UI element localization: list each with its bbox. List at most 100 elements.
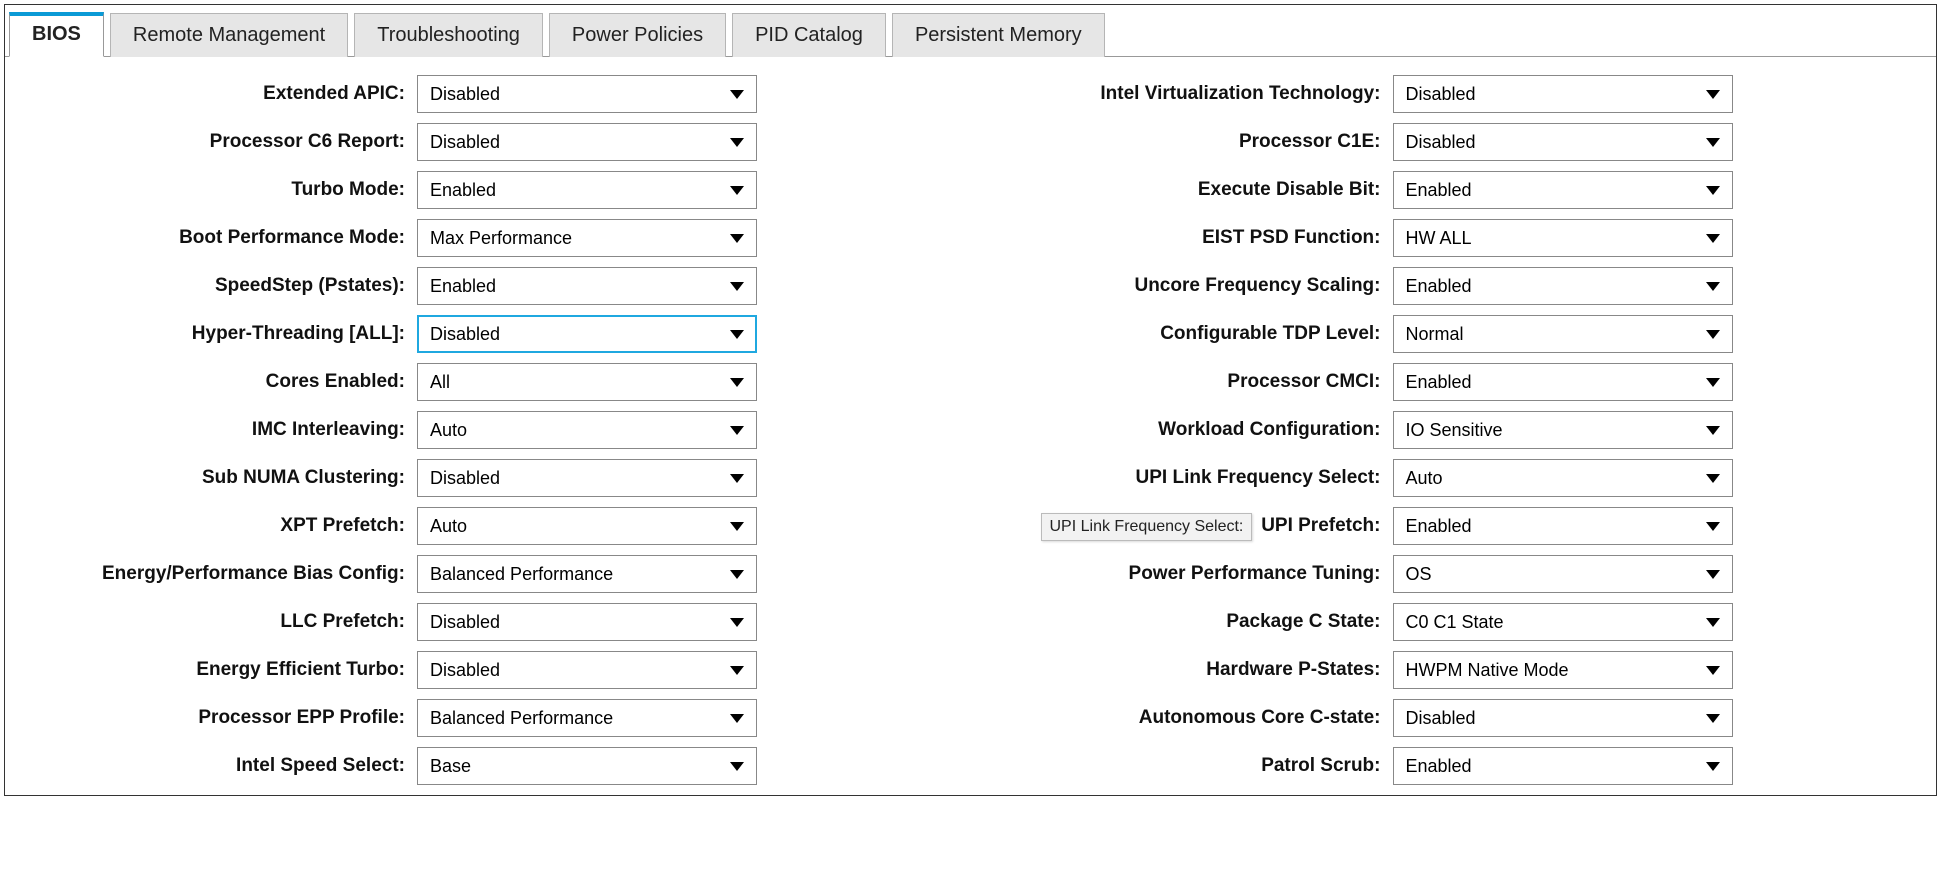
setting-label-execute-disable-bit: Execute Disable Bit: (991, 179, 1381, 201)
setting-select-execute-disable-bit[interactable]: Enabled (1393, 171, 1733, 209)
setting-select-sub-numa-clustering[interactable]: Disabled (417, 459, 757, 497)
setting-label-intel-speed-select: Intel Speed Select: (15, 755, 405, 777)
setting-select-processor-epp-profile[interactable]: Balanced Performance (417, 699, 757, 737)
setting-label-boot-performance-mode: Boot Performance Mode: (15, 227, 405, 249)
chevron-down-icon (730, 138, 744, 147)
setting-select-energy-performance-bias-config[interactable]: Balanced Performance (417, 555, 757, 593)
setting-select-extended-apic[interactable]: Disabled (417, 75, 757, 113)
chevron-down-icon (1706, 522, 1720, 531)
setting-label-intel-virtualization-technology: Intel Virtualization Technology: (991, 83, 1381, 105)
setting-select-processor-c1e[interactable]: Disabled (1393, 123, 1733, 161)
setting-row-energy-efficient-turbo: Energy Efficient Turbo: Disabled (15, 651, 951, 689)
setting-select-upi-prefetch[interactable]: Enabled (1393, 507, 1733, 545)
setting-label-hyper-threading: Hyper-Threading [ALL]: (15, 323, 405, 345)
settings-content: Extended APIC:Disabled Processor C6 Repor… (5, 57, 1936, 795)
setting-row-hyper-threading: Hyper-Threading [ALL]: Disabled (15, 315, 951, 353)
setting-row-imc-interleaving: IMC Interleaving:Auto (15, 411, 951, 449)
setting-select-processor-cmci[interactable]: Enabled (1393, 363, 1733, 401)
setting-row-upi-prefetch: UPI Link Frequency Select:UPI Prefetch:E… (991, 507, 1927, 545)
setting-row-processor-c6-report: Processor C6 Report:Disabled (15, 123, 951, 161)
setting-select-processor-c6-report[interactable]: Disabled (417, 123, 757, 161)
setting-select-eist-psd-function[interactable]: HW ALL (1393, 219, 1733, 257)
bios-settings-panel: BIOSRemote ManagementTroubleshootingPowe… (4, 4, 1937, 796)
chevron-down-icon (730, 762, 744, 771)
setting-value: Normal (1406, 324, 1464, 345)
setting-select-xpt-prefetch[interactable]: Auto (417, 507, 757, 545)
chevron-down-icon (1706, 330, 1720, 339)
setting-select-cores-enabled[interactable]: All (417, 363, 757, 401)
setting-label-processor-cmci: Processor CMCI: (991, 371, 1381, 393)
setting-row-package-c-state: Package C State:C0 C1 State (991, 603, 1927, 641)
setting-row-autonomous-core-c-state: Autonomous Core C-state: Disabled (991, 699, 1927, 737)
setting-row-energy-performance-bias-config: Energy/Performance Bias Config:Balanced … (15, 555, 951, 593)
setting-row-sub-numa-clustering: Sub NUMA Clustering:Disabled (15, 459, 951, 497)
setting-label-autonomous-core-c-state: Autonomous Core C-state: (991, 707, 1381, 729)
setting-value: Enabled (430, 180, 496, 201)
setting-row-turbo-mode: Turbo Mode:Enabled (15, 171, 951, 209)
chevron-down-icon (1706, 282, 1720, 291)
setting-value: Disabled (1406, 708, 1476, 729)
setting-select-intel-speed-select[interactable]: Base (417, 747, 757, 785)
setting-select-hardware-p-states[interactable]: HWPM Native Mode (1393, 651, 1733, 689)
setting-row-power-performance-tuning: Power Performance Tuning:OS (991, 555, 1927, 593)
tab-troubleshooting[interactable]: Troubleshooting (354, 13, 543, 57)
setting-value: Auto (430, 516, 467, 537)
setting-select-turbo-mode[interactable]: Enabled (417, 171, 757, 209)
chevron-down-icon (730, 522, 744, 531)
setting-label-workload-configuration: Workload Configuration: (991, 419, 1381, 441)
chevron-down-icon (1706, 474, 1720, 483)
setting-value: Auto (1406, 468, 1443, 489)
setting-select-package-c-state[interactable]: C0 C1 State (1393, 603, 1733, 641)
chevron-down-icon (1706, 90, 1720, 99)
setting-select-imc-interleaving[interactable]: Auto (417, 411, 757, 449)
setting-value: IO Sensitive (1406, 420, 1503, 441)
setting-row-xpt-prefetch: XPT Prefetch: Auto (15, 507, 951, 545)
setting-value: Enabled (1406, 372, 1472, 393)
setting-row-intel-virtualization-technology: Intel Virtualization Technology: Disabled (991, 75, 1927, 113)
tab-remote-management[interactable]: Remote Management (110, 13, 348, 57)
setting-value: Balanced Performance (430, 564, 613, 585)
setting-select-intel-virtualization-technology[interactable]: Disabled (1393, 75, 1733, 113)
setting-select-power-performance-tuning[interactable]: OS (1393, 555, 1733, 593)
setting-select-speedstep-pstates[interactable]: Enabled (417, 267, 757, 305)
setting-select-patrol-scrub[interactable]: Enabled (1393, 747, 1733, 785)
setting-row-execute-disable-bit: Execute Disable Bit: Enabled (991, 171, 1927, 209)
setting-select-llc-prefetch[interactable]: Disabled (417, 603, 757, 641)
chevron-down-icon (730, 618, 744, 627)
setting-label-speedstep-pstates: SpeedStep (Pstates): (15, 275, 405, 297)
chevron-down-icon (730, 282, 744, 291)
setting-select-uncore-frequency-scaling[interactable]: Enabled (1393, 267, 1733, 305)
chevron-down-icon (730, 666, 744, 675)
chevron-down-icon (1706, 138, 1720, 147)
setting-select-workload-configuration[interactable]: IO Sensitive (1393, 411, 1733, 449)
chevron-down-icon (1706, 378, 1720, 387)
setting-select-upi-link-frequency-select[interactable]: Auto (1393, 459, 1733, 497)
setting-select-energy-efficient-turbo[interactable]: Disabled (417, 651, 757, 689)
setting-label-xpt-prefetch: XPT Prefetch: (15, 515, 405, 537)
setting-select-autonomous-core-c-state[interactable]: Disabled (1393, 699, 1733, 737)
setting-row-extended-apic: Extended APIC:Disabled (15, 75, 951, 113)
chevron-down-icon (1706, 570, 1720, 579)
setting-row-processor-epp-profile: Processor EPP Profile:Balanced Performan… (15, 699, 951, 737)
tab-pid-catalog[interactable]: PID Catalog (732, 13, 886, 57)
setting-value: HWPM Native Mode (1406, 660, 1569, 681)
chevron-down-icon (1706, 618, 1720, 627)
setting-select-hyper-threading[interactable]: Disabled (417, 315, 757, 353)
setting-value: All (430, 372, 450, 393)
chevron-down-icon (1706, 186, 1720, 195)
setting-select-boot-performance-mode[interactable]: Max Performance (417, 219, 757, 257)
setting-label-eist-psd-function: EIST PSD Function: (991, 227, 1381, 249)
setting-select-configurable-tdp-level[interactable]: Normal (1393, 315, 1733, 353)
tab-power-policies[interactable]: Power Policies (549, 13, 726, 57)
setting-value: Disabled (1406, 84, 1476, 105)
tab-persistent-memory[interactable]: Persistent Memory (892, 13, 1105, 57)
setting-label-energy-efficient-turbo: Energy Efficient Turbo: (15, 659, 405, 681)
settings-column-right: Intel Virtualization Technology: Disabled… (991, 75, 1927, 785)
setting-value: Disabled (1406, 132, 1476, 153)
chevron-down-icon (1706, 762, 1720, 771)
setting-value: Enabled (1406, 276, 1472, 297)
setting-label-patrol-scrub: Patrol Scrub: (991, 755, 1381, 777)
tab-bios[interactable]: BIOS (9, 12, 104, 57)
settings-column-left: Extended APIC:Disabled Processor C6 Repor… (15, 75, 951, 785)
chevron-down-icon (1706, 714, 1720, 723)
